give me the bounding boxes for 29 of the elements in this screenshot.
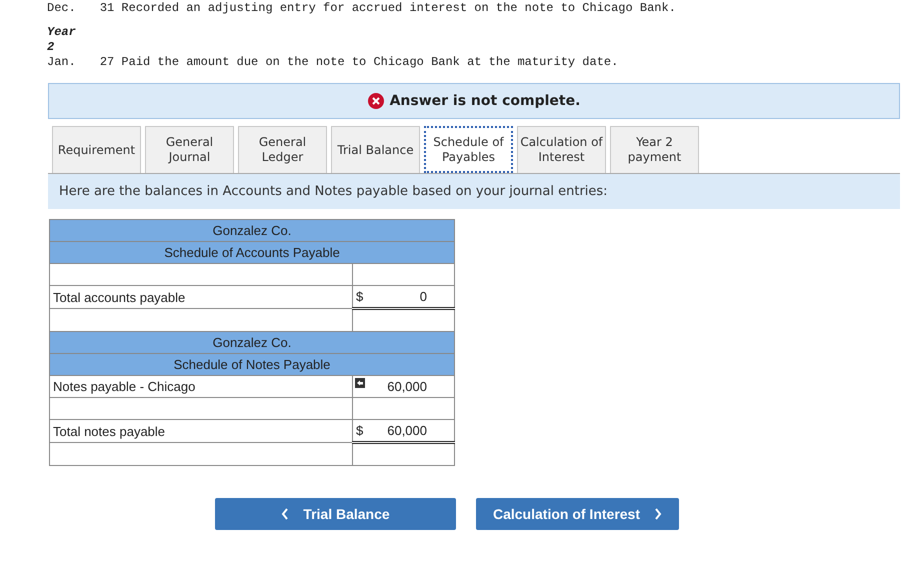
year-label: Year bbox=[47, 25, 77, 40]
month-label: Dec. bbox=[47, 1, 76, 15]
table-heading: Gonzalez Co. bbox=[50, 332, 454, 354]
tab[interactable]: Year 2 payment bbox=[610, 126, 699, 173]
year-number: 2 bbox=[47, 40, 56, 55]
amount-cell[interactable]: $ 0 bbox=[352, 286, 454, 308]
month-label: Jan. bbox=[47, 55, 76, 69]
chevron-right-icon bbox=[654, 508, 662, 520]
status-text: Answer is not complete. bbox=[390, 93, 580, 109]
instruction-text: Here are the balances in Accounts and Notes payable based on your journal entries: bbox=[48, 174, 900, 209]
tab[interactable]: Requirement bbox=[52, 126, 141, 173]
table-heading: Schedule of Accounts Payable bbox=[50, 242, 454, 264]
tab[interactable]: General Ledger bbox=[238, 126, 327, 173]
chevron-left-icon bbox=[281, 508, 290, 520]
tab[interactable]: Calculation of Interest bbox=[517, 126, 606, 173]
tab[interactable]: Schedule of Payables bbox=[424, 126, 513, 173]
transaction-text: 31 Recorded an adjusting entry for accrued interest on the note to Chicago Bank. bbox=[100, 1, 676, 15]
row-label: Total notes payable bbox=[50, 420, 352, 442]
tab[interactable]: Trial Balance bbox=[331, 126, 420, 173]
previous-button[interactable]: Trial Balance bbox=[215, 498, 456, 530]
row-label: Total accounts payable bbox=[50, 286, 352, 308]
table-heading: Schedule of Notes Payable bbox=[50, 354, 454, 376]
table-heading: Gonzalez Co. bbox=[50, 220, 454, 242]
next-button[interactable]: Calculation of Interest bbox=[476, 498, 679, 530]
amount-cell[interactable]: 60,000 bbox=[352, 376, 454, 398]
tab[interactable]: General Journal bbox=[145, 126, 234, 173]
amount-cell[interactable]: $ 60,000 bbox=[352, 420, 454, 442]
transaction-text: 27 Paid the amount due on the note to Chicago Bank at the maturity date. bbox=[100, 55, 618, 69]
row-label: Notes payable - Chicago bbox=[50, 376, 352, 398]
